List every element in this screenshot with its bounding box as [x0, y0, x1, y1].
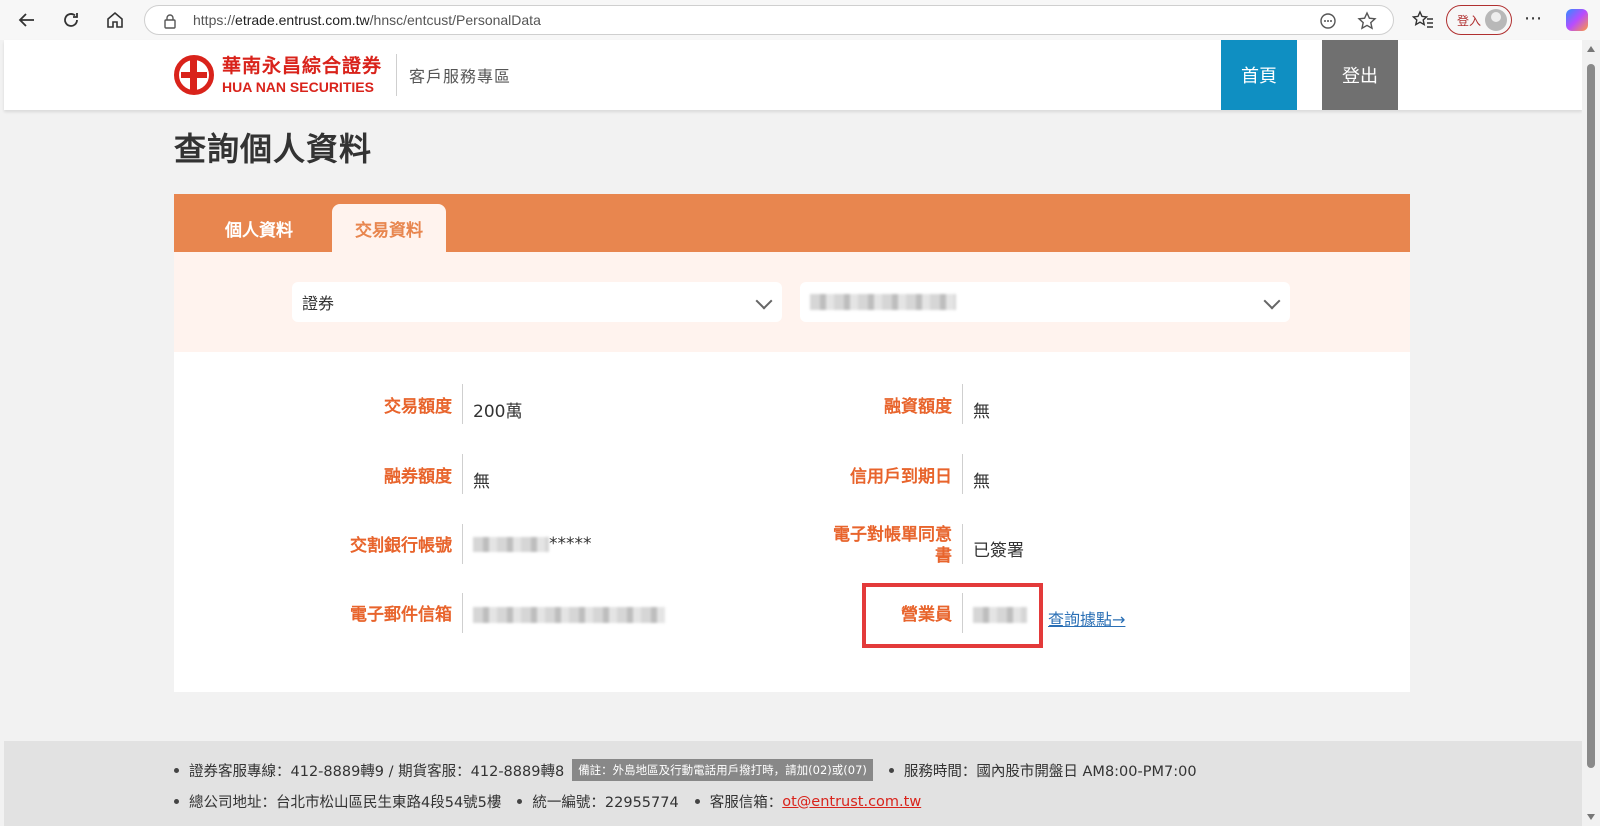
row-divider [962, 384, 963, 424]
footer-line-2: 總公司地址：台北市松山區民生東路4段54號5樓 統一編號：22955774 客服… [174, 791, 921, 812]
logo[interactable]: 華南永昌綜合證券 HUA NAN SECURITIES 客戶服務專區 [174, 54, 511, 96]
credit-expiry-value: 無 [973, 472, 990, 492]
page-footer: 證券客服專線：412-8889轉9 / 期貨客服：412-8889轉8 備註：外… [4, 741, 1582, 826]
chevron-down-icon [1263, 292, 1281, 310]
email-value-redacted [473, 607, 665, 628]
settlement-account-label: 交割銀行帳號 [350, 536, 452, 556]
footer-line-1: 證券客服專線：412-8889轉9 / 期貨客服：412-8889轉8 備註：外… [174, 759, 1197, 781]
trade-limit-label: 交易額度 [384, 397, 452, 417]
row-divider [962, 524, 963, 564]
short-limit-label: 融券額度 [384, 467, 452, 487]
favorite-star-icon[interactable] [1357, 11, 1377, 31]
site-header: 華南永昌綜合證券 HUA NAN SECURITIES 客戶服務專區 首頁 登出 [4, 40, 1582, 110]
tab-personal-data[interactable]: 個人資料 [204, 204, 314, 252]
settlement-account-value: ***** [473, 534, 592, 554]
category-select-value: 證券 [302, 294, 335, 313]
email-label: 電子郵件信箱 [350, 605, 452, 625]
address-bar[interactable]: https://etrade.entrust.com.tw/hnsc/entcu… [144, 5, 1394, 35]
trade-limit-value: 200萬 [473, 402, 523, 422]
row-divider [962, 454, 963, 494]
row-divider [462, 593, 463, 633]
logout-button[interactable]: 登出 [1322, 40, 1398, 110]
login-label: 登入 [1457, 13, 1482, 28]
copilot-icon[interactable] [1566, 9, 1588, 31]
home-button[interactable]: 首頁 [1221, 40, 1297, 110]
bullet-icon [694, 799, 700, 804]
settlement-account-mask: ***** [549, 534, 592, 554]
margin-limit-value: 無 [973, 402, 990, 422]
footer-note-badge: 備註：外島地區及行動電話用戶撥打時，請加(02)或(07) [572, 759, 873, 781]
row-divider [462, 524, 463, 564]
tab-trade-data[interactable]: 交易資料 [332, 204, 446, 252]
chevron-down-icon [755, 292, 773, 310]
browser-toolbar: https://etrade.entrust.com.tw/hnsc/entcu… [0, 0, 1600, 40]
credit-expiry-label: 信用戶到期日 [850, 467, 952, 487]
footer-email-label: 客服信箱： [709, 795, 783, 811]
back-icon[interactable] [12, 5, 42, 35]
bullet-icon [174, 799, 179, 804]
row-divider [462, 384, 463, 424]
url-text: https://etrade.entrust.com.tw/hnsc/entcu… [193, 12, 541, 28]
logo-divider [396, 54, 398, 96]
avatar [1485, 9, 1507, 31]
profile-login-button[interactable]: 登入 [1446, 5, 1512, 35]
bullet-icon [888, 767, 894, 773]
refresh-icon[interactable] [56, 5, 86, 35]
scroll-up-icon[interactable] [1587, 46, 1595, 52]
tabs-bar: 個人資料 交易資料 [174, 194, 1410, 252]
category-select[interactable]: 證券 [292, 282, 782, 322]
home-icon[interactable] [100, 5, 130, 35]
e-statement-label-line2: 書 [935, 546, 952, 566]
reader-icon[interactable] [1319, 12, 1337, 30]
logo-mark-icon [174, 55, 214, 95]
redacted-account [473, 536, 549, 552]
lock-icon [164, 14, 176, 29]
sales-rep-highlight [862, 583, 1043, 648]
account-select-value-redacted [810, 294, 956, 310]
scrollbar[interactable] [1582, 40, 1600, 826]
e-statement-consent-label: 電子對帳單同意 書 [672, 525, 952, 567]
scroll-thumb[interactable] [1587, 64, 1595, 768]
scroll-down-icon[interactable] [1587, 814, 1595, 820]
redacted-email [473, 607, 665, 623]
e-statement-consent-value: 已簽署 [973, 541, 1024, 561]
margin-limit-label: 融資額度 [884, 397, 952, 417]
short-limit-value: 無 [473, 472, 490, 492]
filter-area: 證券 [174, 252, 1410, 352]
footer-hotline: 證券客服專線：412-8889轉9 / 期貨客服：412-8889轉8 [189, 763, 565, 780]
header-subtitle: 客戶服務專區 [409, 67, 512, 86]
footer-tax-id: 統一編號：22955774 [532, 795, 679, 811]
favorites-icon[interactable] [1412, 10, 1434, 30]
bullet-icon [517, 799, 523, 804]
footer-address: 總公司地址：台北市松山區民生東路4段54號5樓 [189, 795, 502, 811]
logo-chinese-name: 華南永昌綜合證券 [222, 54, 383, 77]
logo-english-name: HUA NAN SECURITIES [222, 78, 374, 95]
account-select[interactable] [800, 282, 1290, 322]
more-icon[interactable]: ⋯ [1524, 8, 1542, 29]
footer-service-hours: 服務時間：國內股市開盤日 AM8:00-PM7:00 [903, 763, 1197, 780]
branch-lookup-link[interactable]: 查詢據點→ [1048, 606, 1125, 630]
e-statement-label-line1: 電子對帳單同意 [833, 525, 952, 545]
footer-email-link[interactable]: ot@entrust.com.tw [782, 794, 921, 810]
bullet-icon [174, 767, 179, 773]
page-title: 查詢個人資料 [174, 130, 373, 168]
row-divider [462, 454, 463, 494]
